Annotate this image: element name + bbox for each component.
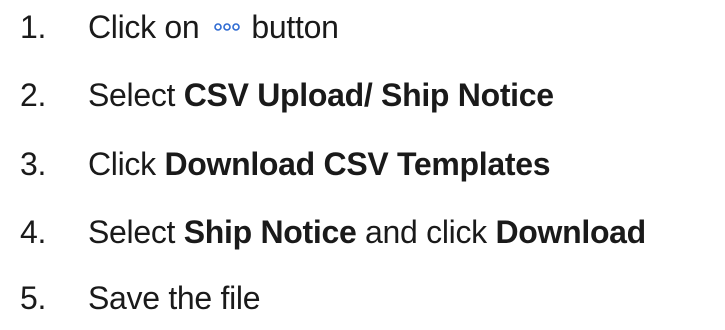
step-number: 5. (20, 279, 47, 316)
step-number: 2. (20, 76, 47, 113)
step-mid-text: and click (365, 213, 487, 250)
step-5: 5. Save the file (20, 273, 261, 323)
step-bold-text: Download CSV Templates (164, 145, 551, 182)
step-text: Select (88, 213, 176, 250)
step-1: 1. Click on button (20, 2, 339, 52)
step-number: 3. (20, 145, 47, 182)
step-bold-text: Ship Notice (183, 213, 357, 250)
step-2: 2. Select CSV Upload/ Ship Notice (20, 70, 554, 120)
step-bold-text-2: Download (495, 213, 646, 250)
step-text: Click on (88, 8, 200, 45)
step-bold-text: CSV Upload/ Ship Notice (183, 76, 554, 113)
step-text-after: button (251, 8, 339, 45)
step-number: 4. (20, 213, 47, 250)
more-options-dots-icon (213, 17, 241, 37)
step-3: 3. Click Download CSV Templates (20, 139, 551, 189)
step-text: Select (88, 76, 176, 113)
step-number: 1. (20, 8, 47, 45)
step-text: Click (88, 145, 156, 182)
step-4: 4. Select Ship Notice and click Download (20, 207, 646, 257)
step-text: Save the file (88, 279, 261, 316)
